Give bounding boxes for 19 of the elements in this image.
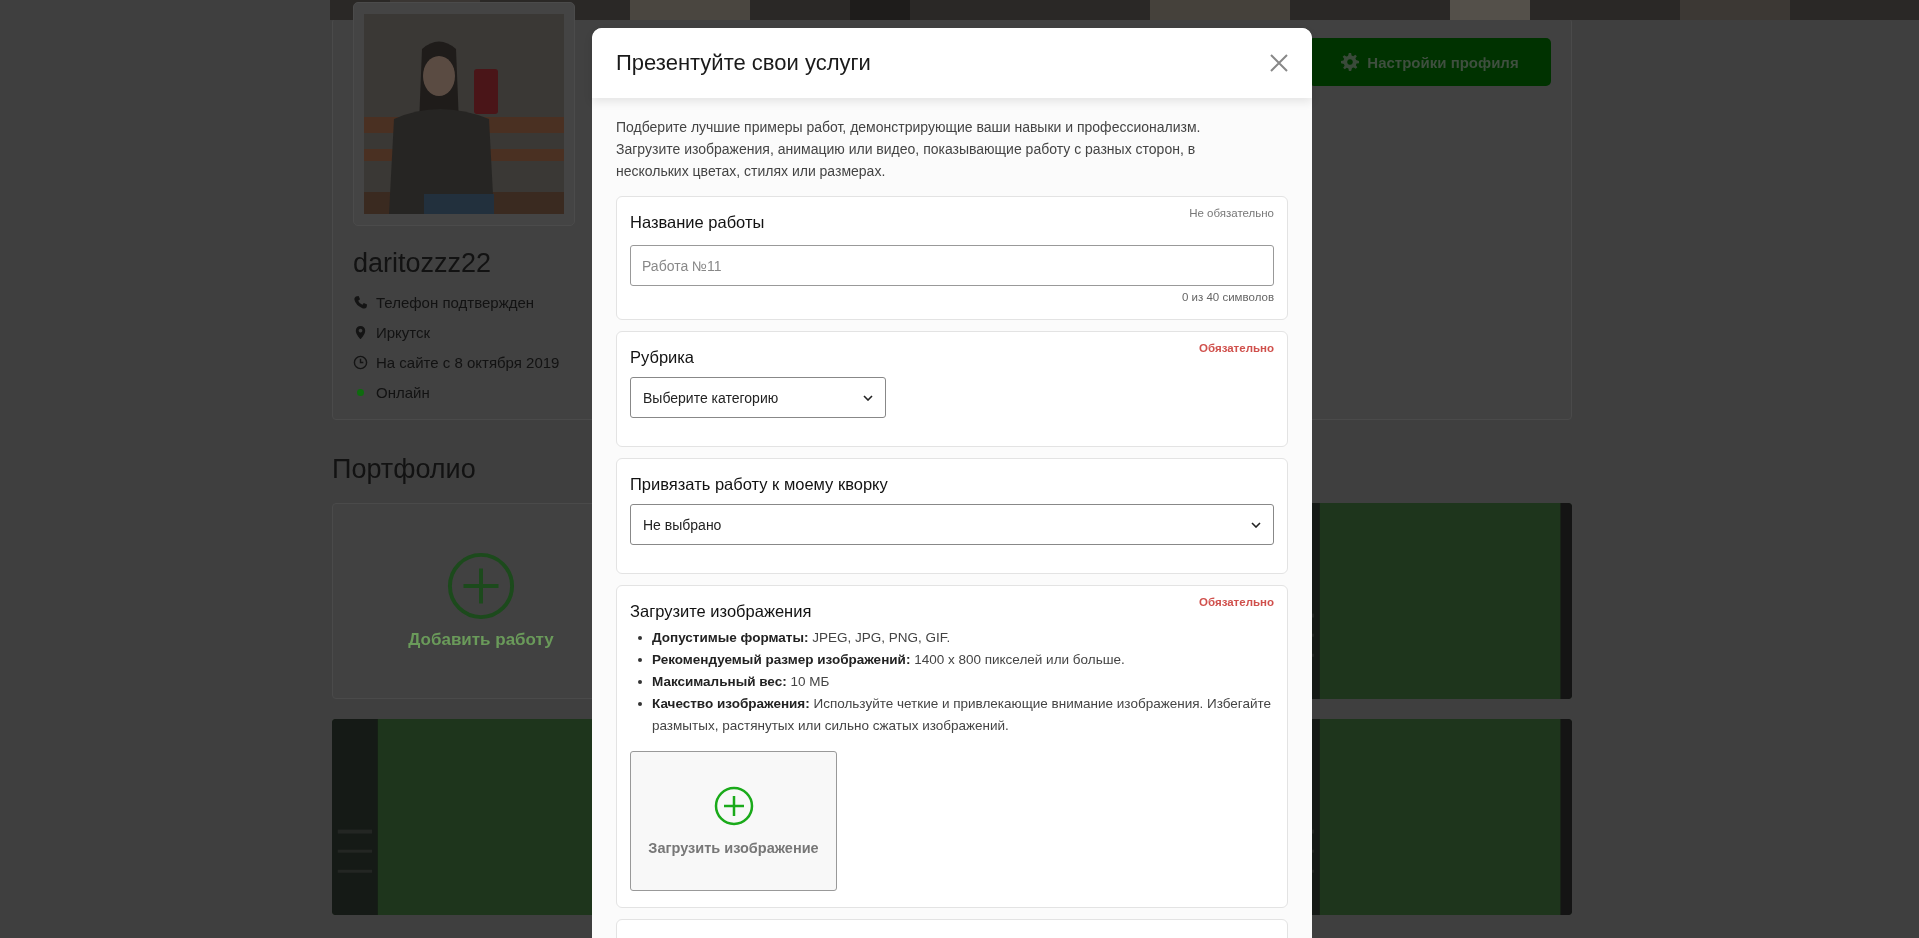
requirement-note: Не обязательно bbox=[1189, 207, 1274, 219]
input-field[interactable]: Работа №11 bbox=[630, 245, 1274, 286]
field-label: Загрузите изображения bbox=[630, 602, 812, 621]
add-work-label: Добавить работу bbox=[408, 630, 554, 650]
requirement-note: Обязательно bbox=[1199, 342, 1274, 354]
character-counter: 0 из 40 символов bbox=[1180, 291, 1274, 303]
field-label: Название работы bbox=[630, 213, 765, 232]
rule-text: Качество изображения: Используйте четкие и привлекающие внимание изображения. Избегайте размытых, растянутых или сильно сжатых изображений. bbox=[652, 695, 1273, 735]
upload-image-button[interactable]: Загрузить изображение bbox=[630, 751, 837, 891]
rule-text: Допустимые форматы: JPEG, JPG, PNG, GIF. bbox=[652, 629, 951, 647]
field-label: Рубрика bbox=[630, 348, 695, 367]
dropdown[interactable]: Не выбрано bbox=[630, 504, 1274, 545]
requirement-note: Обязательно bbox=[1199, 596, 1274, 608]
rule-text: Рекомендуемый размер изображений: 1400 x 800 пикселей или больше. bbox=[652, 651, 1125, 669]
modal-title: Презентуйте свои услуги bbox=[616, 50, 871, 76]
dropdown[interactable]: Выберите категорию bbox=[630, 377, 886, 418]
field-label: Привязать работу к моему кворку bbox=[630, 475, 888, 494]
intro-text: Подберите лучшие примеры работ, демонстрирующие ваши навыки и профессионализм. Загрузите изображения, анимацию или видео, показывающие работу с разных сторон, в нескольких цветах, стилях или размерах. bbox=[616, 118, 1202, 181]
rule-text: Максимальный вес: 10 МБ bbox=[652, 673, 830, 691]
